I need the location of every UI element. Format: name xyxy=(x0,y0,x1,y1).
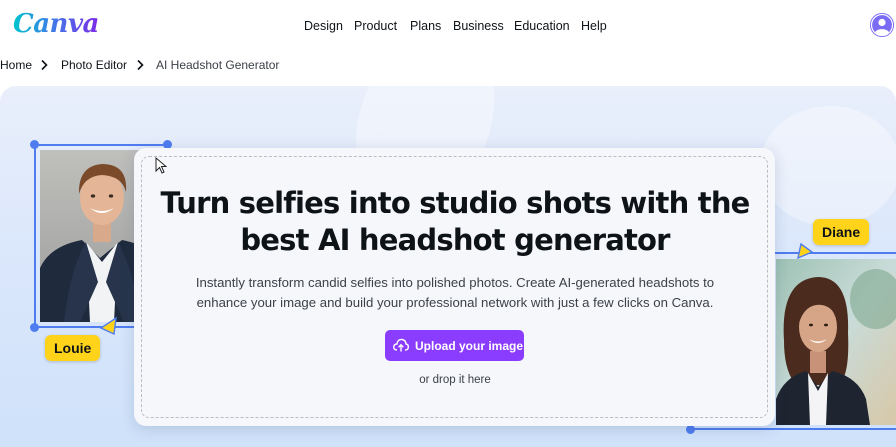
nav-design[interactable]: Design xyxy=(304,19,343,33)
hero-description: Instantly transform candid selfies into … xyxy=(150,273,760,313)
chevron-right-icon xyxy=(40,59,48,74)
upload-button-label: Upload your image xyxy=(415,339,524,353)
drop-hint: or drop it here xyxy=(419,374,491,386)
hero-headline: Turn selfies into studio shots with the … xyxy=(0,185,896,259)
description-line-2: enhance your image and build your profes… xyxy=(196,295,714,310)
nav-education[interactable]: Education xyxy=(514,19,570,33)
louie-name-tag: Louie xyxy=(45,335,101,361)
nav-business[interactable]: Business xyxy=(453,19,504,33)
main-nav: Design Product Plans Business Education … xyxy=(0,19,896,35)
nav-product[interactable]: Product xyxy=(354,19,397,33)
nav-help[interactable]: Help xyxy=(581,19,607,33)
description-line-1: Instantly transform candid selfies into … xyxy=(195,275,715,290)
cloud-upload-icon xyxy=(393,338,409,352)
breadcrumb-home[interactable]: Home xyxy=(0,58,32,72)
upload-image-button[interactable]: Upload your image xyxy=(385,330,524,361)
resize-handle[interactable] xyxy=(30,140,39,149)
headline-line-1: Turn selfies into studio shots with the xyxy=(160,186,750,220)
headline-line-2: best AI headshot generator xyxy=(240,223,670,257)
user-avatar-icon[interactable] xyxy=(870,13,894,37)
nav-plans[interactable]: Plans xyxy=(410,19,441,33)
breadcrumb-current: AI Headshot Generator xyxy=(156,58,280,72)
resize-handle[interactable] xyxy=(30,323,39,332)
mouse-cursor-icon xyxy=(155,157,167,174)
resize-handle[interactable] xyxy=(686,425,695,434)
breadcrumb-photo-editor[interactable]: Photo Editor xyxy=(61,58,127,72)
site-header: Canva Design Product Plans Business Educ… xyxy=(0,0,896,52)
pointer-arrow-icon xyxy=(99,316,117,336)
chevron-right-icon xyxy=(136,59,144,74)
